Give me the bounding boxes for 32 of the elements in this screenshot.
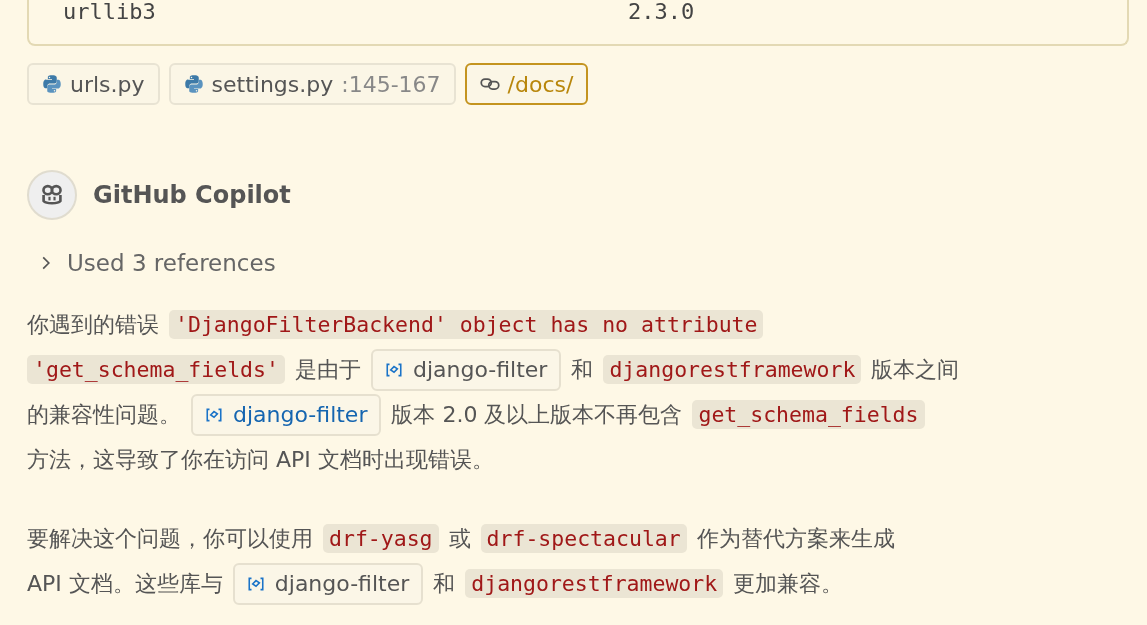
references-toggle[interactable]: Used 3 references xyxy=(39,246,276,280)
symbol-link[interactable]: django-filter xyxy=(370,348,562,391)
text: 和 xyxy=(433,569,456,598)
package-name: urllib3 xyxy=(63,0,157,24)
text: 要解决这个问题，你可以使用 xyxy=(27,524,313,553)
copilot-icon xyxy=(40,183,64,207)
text: 版本之间 xyxy=(871,355,960,384)
text: 或 xyxy=(448,524,471,553)
inline-code: drf-spectacular xyxy=(480,524,687,553)
text: 是由于 xyxy=(294,355,361,384)
inline-code: djangorestframework xyxy=(465,569,724,598)
package-version: 2.3.0 xyxy=(628,0,695,24)
symbol-link[interactable]: django-filter xyxy=(232,562,424,605)
python-icon xyxy=(183,74,204,94)
text: API 文档。这些库与 xyxy=(27,569,223,598)
text: 和 xyxy=(571,355,594,384)
inline-code: djangorestframework xyxy=(603,355,862,384)
inline-code: drf-yasg xyxy=(323,524,439,553)
text: 版本 2.0 及以上版本不再包含 xyxy=(391,400,683,429)
text: 的兼容性问题。 xyxy=(27,400,181,429)
inline-code: 'get_schema_fields' xyxy=(27,355,285,384)
text: 你遇到的错误 xyxy=(27,310,159,339)
reference-chip[interactable]: urls.py xyxy=(27,63,160,105)
reference-chip[interactable]: settings.py :145-167 xyxy=(168,63,456,105)
inline-code: 'DjangoFilterBackend' object has no attribute xyxy=(169,310,764,339)
text: 更加兼容。 xyxy=(733,569,844,598)
text: 作为替代方案来生成 xyxy=(696,524,895,553)
symbol-link[interactable]: django-filter xyxy=(191,393,382,436)
assistant-name: GitHub Copilot xyxy=(93,181,291,209)
text: 方法，这导致了你在访问 API 文档时出现错误。 xyxy=(27,445,494,474)
python-icon xyxy=(42,74,62,94)
inline-code: get_schema_fields xyxy=(692,400,925,429)
